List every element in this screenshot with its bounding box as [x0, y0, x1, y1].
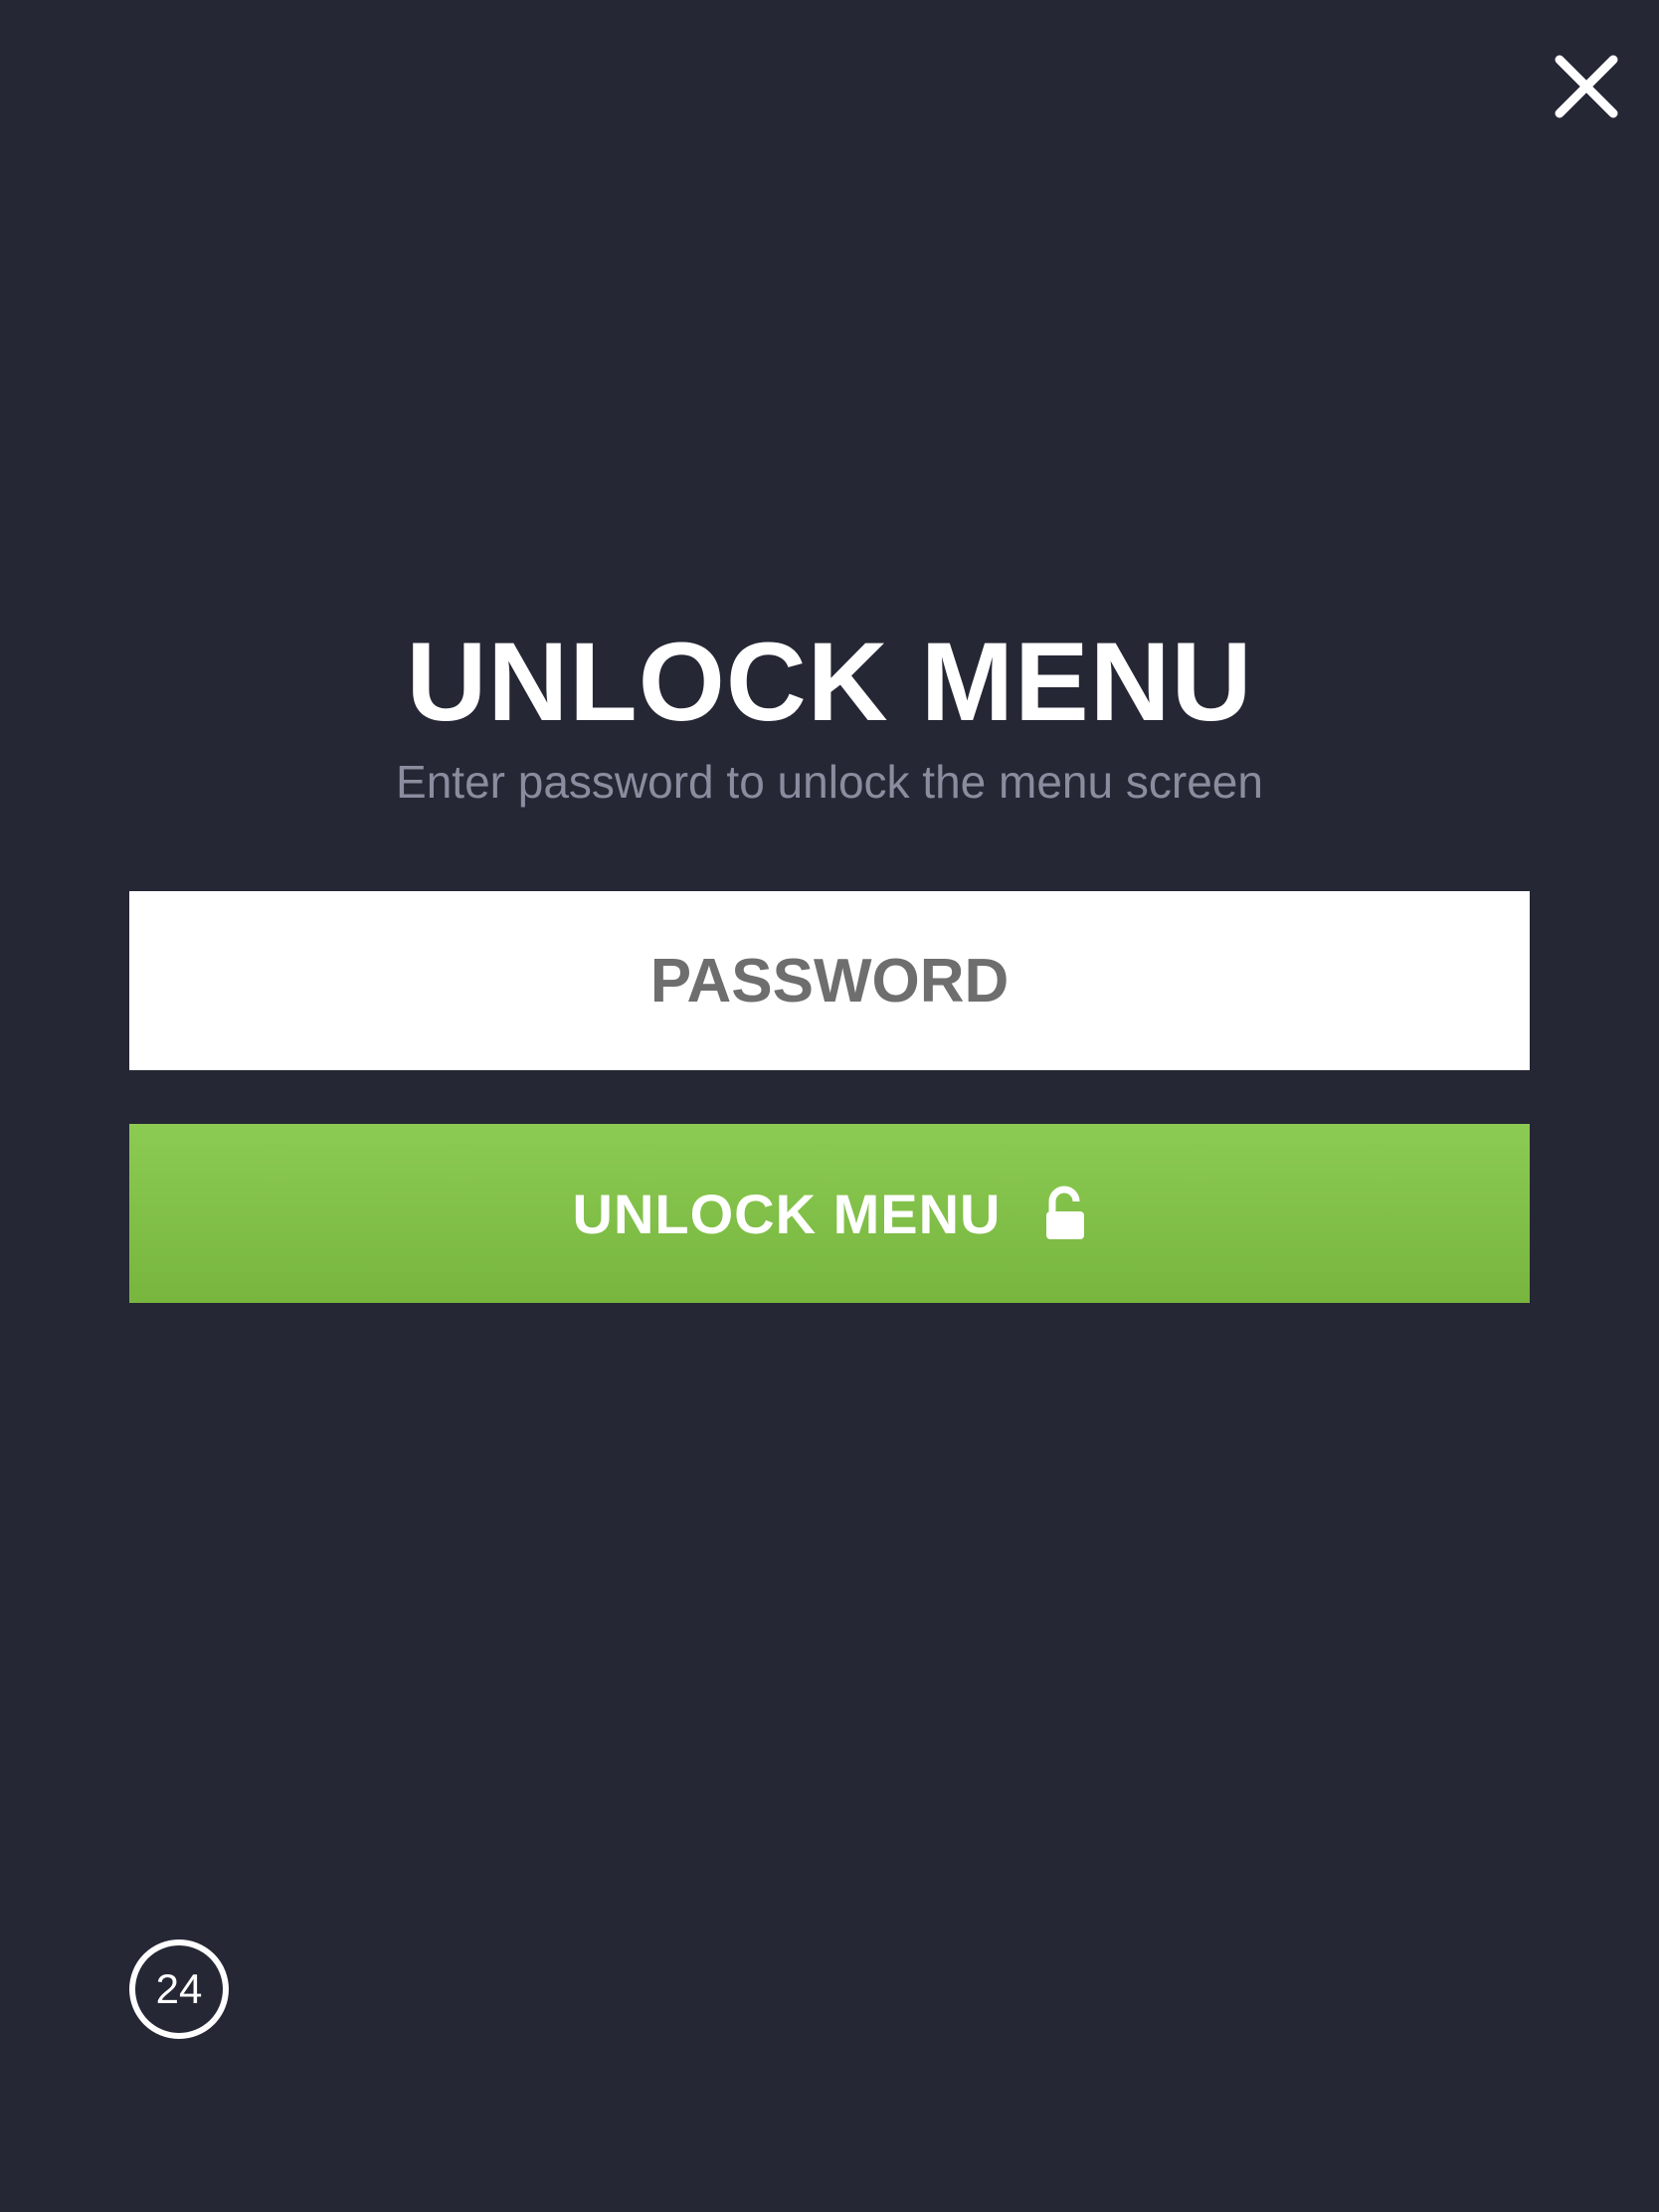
unlock-menu-button[interactable]: UNLOCK MENU — [129, 1124, 1530, 1303]
page-subtitle: Enter password to unlock the menu screen — [396, 756, 1263, 808]
unlock-icon — [1044, 1186, 1086, 1241]
countdown-value: 24 — [155, 1965, 203, 2012]
close-icon — [1555, 55, 1618, 118]
unlock-menu-button-label: UNLOCK MENU — [572, 1182, 1002, 1245]
page-title: UNLOCK MENU — [406, 620, 1253, 744]
password-input[interactable] — [129, 891, 1530, 1070]
unlock-panel: UNLOCK MENU Enter password to unlock the… — [129, 617, 1530, 1303]
close-button[interactable] — [1550, 50, 1623, 123]
countdown-timer: 24 — [129, 1939, 229, 2039]
